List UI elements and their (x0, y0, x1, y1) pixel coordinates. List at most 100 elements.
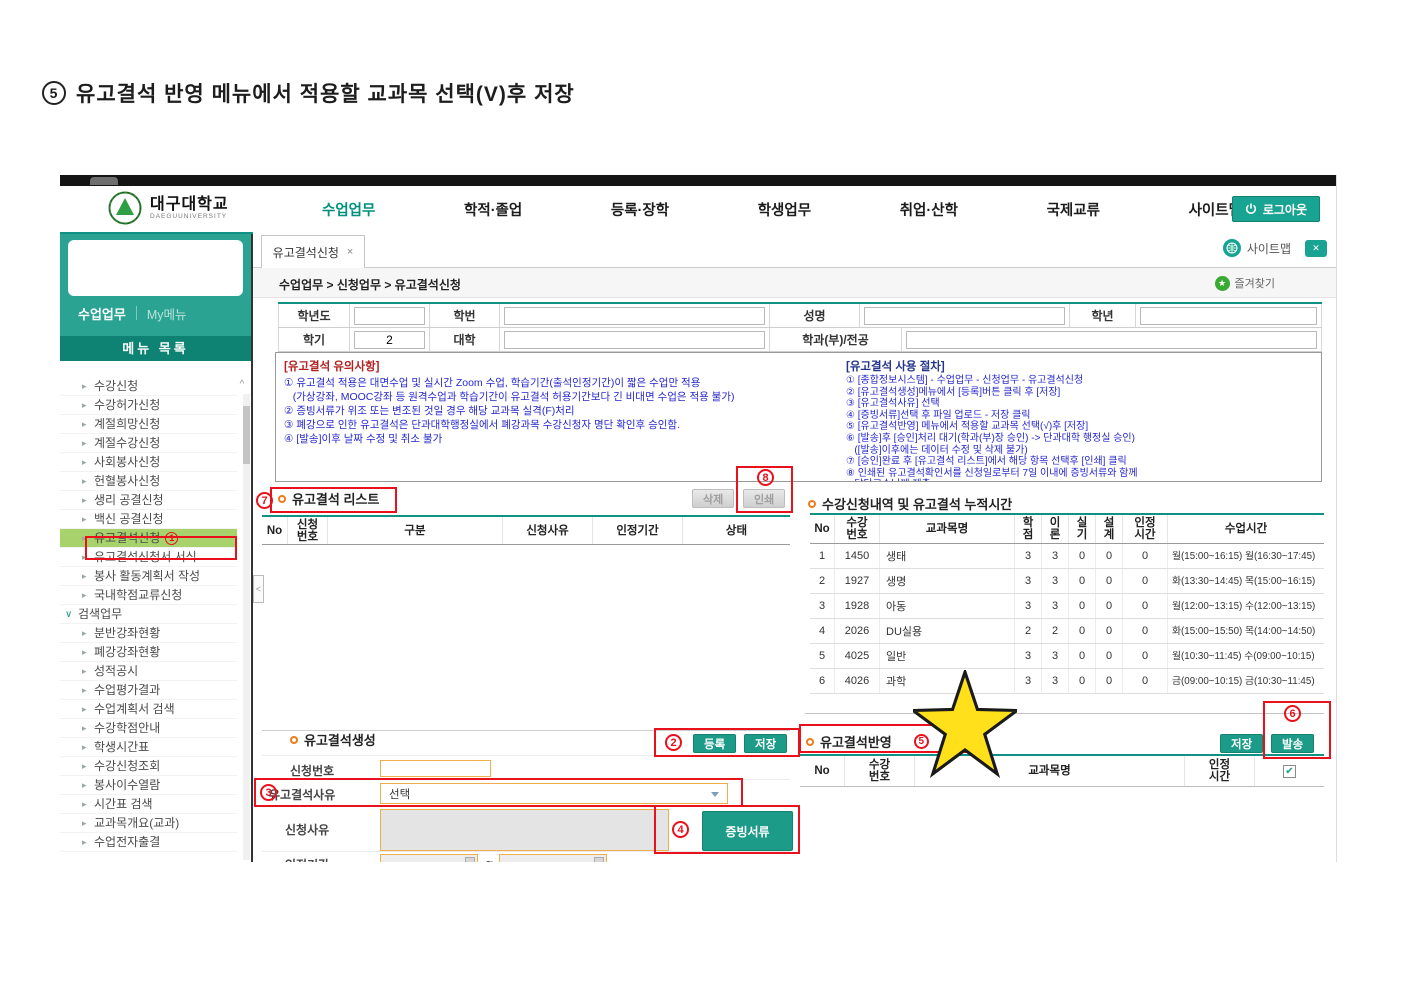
triangle-right-icon: ▸ (82, 742, 87, 752)
period-start-input[interactable] (380, 854, 478, 862)
sidebar-item[interactable]: ▸ 헌혈봉사신청 (60, 472, 237, 491)
tab-yugo-application[interactable]: 유고결석신청 × (261, 235, 365, 268)
nav-item-5[interactable]: 취업·산학 (900, 199, 958, 220)
form-field-학기[interactable] (354, 330, 425, 349)
table-cell: 3 (1042, 569, 1069, 593)
sidebar-item[interactable]: ▸ 수강허가신청 (60, 396, 237, 415)
column-header: No (810, 515, 835, 543)
form-label: 학기 (278, 328, 350, 351)
table-cell: 3 (1015, 544, 1042, 568)
divider (262, 755, 790, 756)
column-header: 신청 번호 (288, 517, 328, 544)
checkbox-checked-icon[interactable]: ✔ (1283, 764, 1296, 778)
scroll-up-arrow[interactable]: ^ (236, 379, 248, 391)
column-header: 신청사유 (503, 517, 593, 544)
table-cell: 0 (1069, 619, 1096, 643)
nav-item-1[interactable]: 수업업무 (322, 199, 375, 220)
period-label: 인정기간 (285, 856, 329, 862)
sidebar-item[interactable]: ▸ 봉사 활동계획서 작성 (60, 567, 237, 586)
reflection-save-button[interactable]: 저장 (1220, 734, 1264, 753)
table-cell: 0 (1096, 544, 1123, 568)
sidebar-item[interactable]: ▸ 성적공시 (60, 662, 237, 681)
delete-button[interactable]: 삭제 (692, 489, 735, 508)
table-cell: 월(10:30~11:45) 수(09:00~10:15) (1172, 650, 1315, 662)
print-button[interactable]: 인쇄 (743, 489, 786, 508)
sidebar-item[interactable]: ▸ 수강신청 (60, 377, 237, 396)
sitemap-icon[interactable] (1222, 239, 1241, 257)
sidebar-collapse-handle[interactable]: < (253, 575, 264, 603)
scrollbar-thumb[interactable] (243, 406, 250, 464)
close-all-tabs-icon[interactable]: ✕ (1305, 239, 1327, 257)
send-button[interactable]: 발송 (1271, 734, 1315, 753)
main-content: 유고결석신청 × 사이트맵 ✕ 수업업무 > 신청업무 > 유고결석신청 ★ 즐… (253, 232, 1336, 862)
form-field-성명[interactable] (864, 306, 1065, 325)
favorite[interactable]: ★ 즐겨찾기 (1214, 275, 1275, 291)
nav-item-6[interactable]: 국제교류 (1047, 199, 1100, 220)
sidebar-item[interactable]: ▸ 수업평가결과 (60, 681, 237, 700)
sidebar-item[interactable]: ▸ 시간표 검색 (60, 795, 237, 814)
form-input-cell (860, 304, 1070, 327)
form-field-대학[interactable] (504, 330, 765, 349)
sidebar: 수업업무 My메뉴 메뉴 목록 ▸ 수강신청 ▸ 수강허가신청 ▸ 계절희망신청 ▸ 계절수강… (60, 234, 253, 862)
sidebar-item-label: 유고결석신청서 서식 (94, 550, 197, 564)
table-cell: 생명 (880, 569, 1015, 593)
notice-cautions-title: [유고결석 유의사항] (284, 361, 380, 373)
sidebar-item[interactable]: ∨ 검색업무 (60, 605, 237, 624)
university-logo[interactable]: 대구대학교 DAEGUUNIVERSITY (108, 191, 229, 225)
sidebar-item[interactable]: ▸ 생리 공결신청 (60, 491, 237, 510)
sidebar-tab-mymenu[interactable]: My메뉴 (147, 304, 187, 323)
sidebar-item[interactable]: ▸ 수강학점안내 (60, 719, 237, 738)
sidebar-item[interactable]: ▸ 국내학점교류신청 (60, 586, 237, 605)
evidence-button[interactable]: 증빙서류 (702, 811, 793, 851)
sidebar-item[interactable]: ▸ 유고결석신청서 서식 (60, 548, 237, 567)
reason-type-select[interactable]: 선택 (380, 783, 728, 804)
sidebar-tab-main[interactable]: 수업업무 (78, 304, 126, 323)
table-cell: 0 (1069, 669, 1096, 693)
sidebar-item[interactable]: ▸ 백신 공결신청 (60, 510, 237, 529)
logout-button[interactable]: 로그아웃 (1231, 196, 1320, 222)
triangle-right-icon: ▸ (82, 704, 87, 714)
sidebar-item[interactable]: ▸ 학생시간표 (60, 738, 237, 757)
table-cell: 화(13:30~14:45) 목(15:00~16:15) (1172, 575, 1316, 587)
sidebar-item[interactable]: ▸ 유고결석신청 1 (60, 529, 237, 548)
reason-textarea[interactable] (380, 809, 669, 851)
sidebar-item[interactable]: ▸ 수업계획서 검색 (60, 700, 237, 719)
form-field-학번[interactable] (504, 306, 765, 325)
absence-list-table: No 신청 번호 구분 신청사유 인정기간 상태 (262, 515, 790, 731)
register-button[interactable]: 등록 (693, 734, 737, 753)
tab-close-icon[interactable]: × (347, 246, 353, 258)
table-row: 3 1928 아동 3 3 0 0 0 월(12:00~13:15) 수(12:00~13:15… (810, 594, 1324, 619)
notice-line: ⑦ [승인]완료 후 [유고결석 리스트]에서 해당 항목 선택후 [인쇄] 클… (846, 456, 1127, 468)
calendar-icon[interactable] (594, 857, 604, 862)
sidebar-item[interactable]: ▸ 분반강좌현황 (60, 624, 237, 643)
sidebar-item[interactable]: ▸ 계절수강신청 (60, 434, 237, 453)
sidebar-item[interactable]: ▸ 수강신청조회 (60, 757, 237, 776)
calendar-icon[interactable] (465, 857, 475, 862)
creation-save-button[interactable]: 저장 (744, 734, 788, 753)
form-field-학과(부)/전공[interactable] (906, 330, 1317, 349)
column-header: 구분 (328, 517, 503, 544)
enrollment-table: No 수강 번호 교과목명 학 점이 론실 기설 계 인정 시간 수업시간 1 1450 생태… (810, 513, 1324, 694)
sidebar-item[interactable]: ▸ 수업전자출결 (60, 833, 237, 852)
sidebar-item-label: 검색업무 (78, 607, 123, 621)
form-field-학년[interactable] (1140, 306, 1317, 325)
table-cell: 3 (1042, 644, 1069, 668)
sidebar-profile-box[interactable] (68, 240, 243, 296)
sidebar-item[interactable]: ▸ 교과목개요(교과) (60, 814, 237, 833)
form-field-학년도[interactable] (354, 306, 425, 325)
sidebar-scrollbar[interactable] (243, 394, 250, 860)
period-end-input[interactable] (499, 854, 607, 862)
table-cell: 0 (1069, 544, 1096, 568)
sidebar-item[interactable]: ▸ 계절희망신청 (60, 415, 237, 434)
sidebar-item[interactable]: ▸ 봉사이수열람 (60, 776, 237, 795)
sidebar-item[interactable]: ▸ 폐강강좌현황 (60, 643, 237, 662)
apply-no-input[interactable] (380, 760, 491, 777)
browser-tab-stub (90, 177, 118, 185)
sitemap-label[interactable]: 사이트맵 (1247, 240, 1291, 257)
sidebar-item[interactable]: ▸ 사회봉사신청 (60, 453, 237, 472)
nav-item-4[interactable]: 학생업무 (758, 199, 811, 220)
table-cell: 0 (1096, 619, 1123, 643)
title-text: 유고결석 반영 메뉴에서 적용할 교과목 선택(V)후 저장 (76, 83, 575, 106)
nav-item-3[interactable]: 등록·장학 (611, 199, 669, 220)
nav-item-2[interactable]: 학적·졸업 (464, 199, 522, 220)
